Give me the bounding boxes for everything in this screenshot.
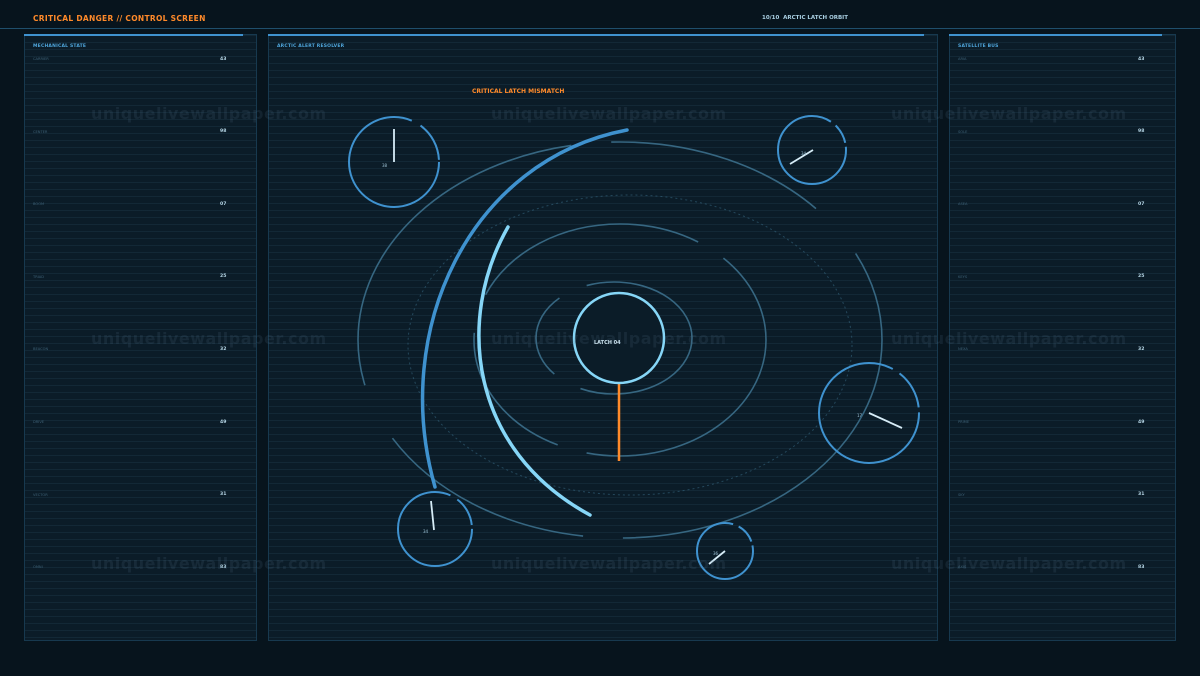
gauge-value: 34 <box>423 529 429 534</box>
gauge-value: 38 <box>382 163 388 168</box>
gauge[interactable]: 34 <box>397 491 473 567</box>
gauge-needle <box>868 412 903 429</box>
gauge[interactable]: 38 <box>348 116 440 208</box>
gauge[interactable]: 34 <box>777 115 847 185</box>
gauge[interactable]: 36 <box>696 522 754 580</box>
gauge-value: 36 <box>713 551 719 556</box>
gauge-value: 17 <box>857 413 863 418</box>
orbit-visualization: LATCH 04 38 34 17 34 36 <box>348 115 920 580</box>
latch-mismatch-warning: CRITICAL LATCH MISMATCH <box>472 88 565 95</box>
gauge-ring <box>397 491 473 567</box>
gauge-value: 34 <box>801 151 807 156</box>
inner-orbit-arc <box>477 225 592 517</box>
latch-core <box>572 291 666 385</box>
gauge[interactable]: 17 <box>818 362 920 464</box>
gauge-needle <box>430 500 435 531</box>
core-label: LATCH 04 <box>594 340 621 346</box>
